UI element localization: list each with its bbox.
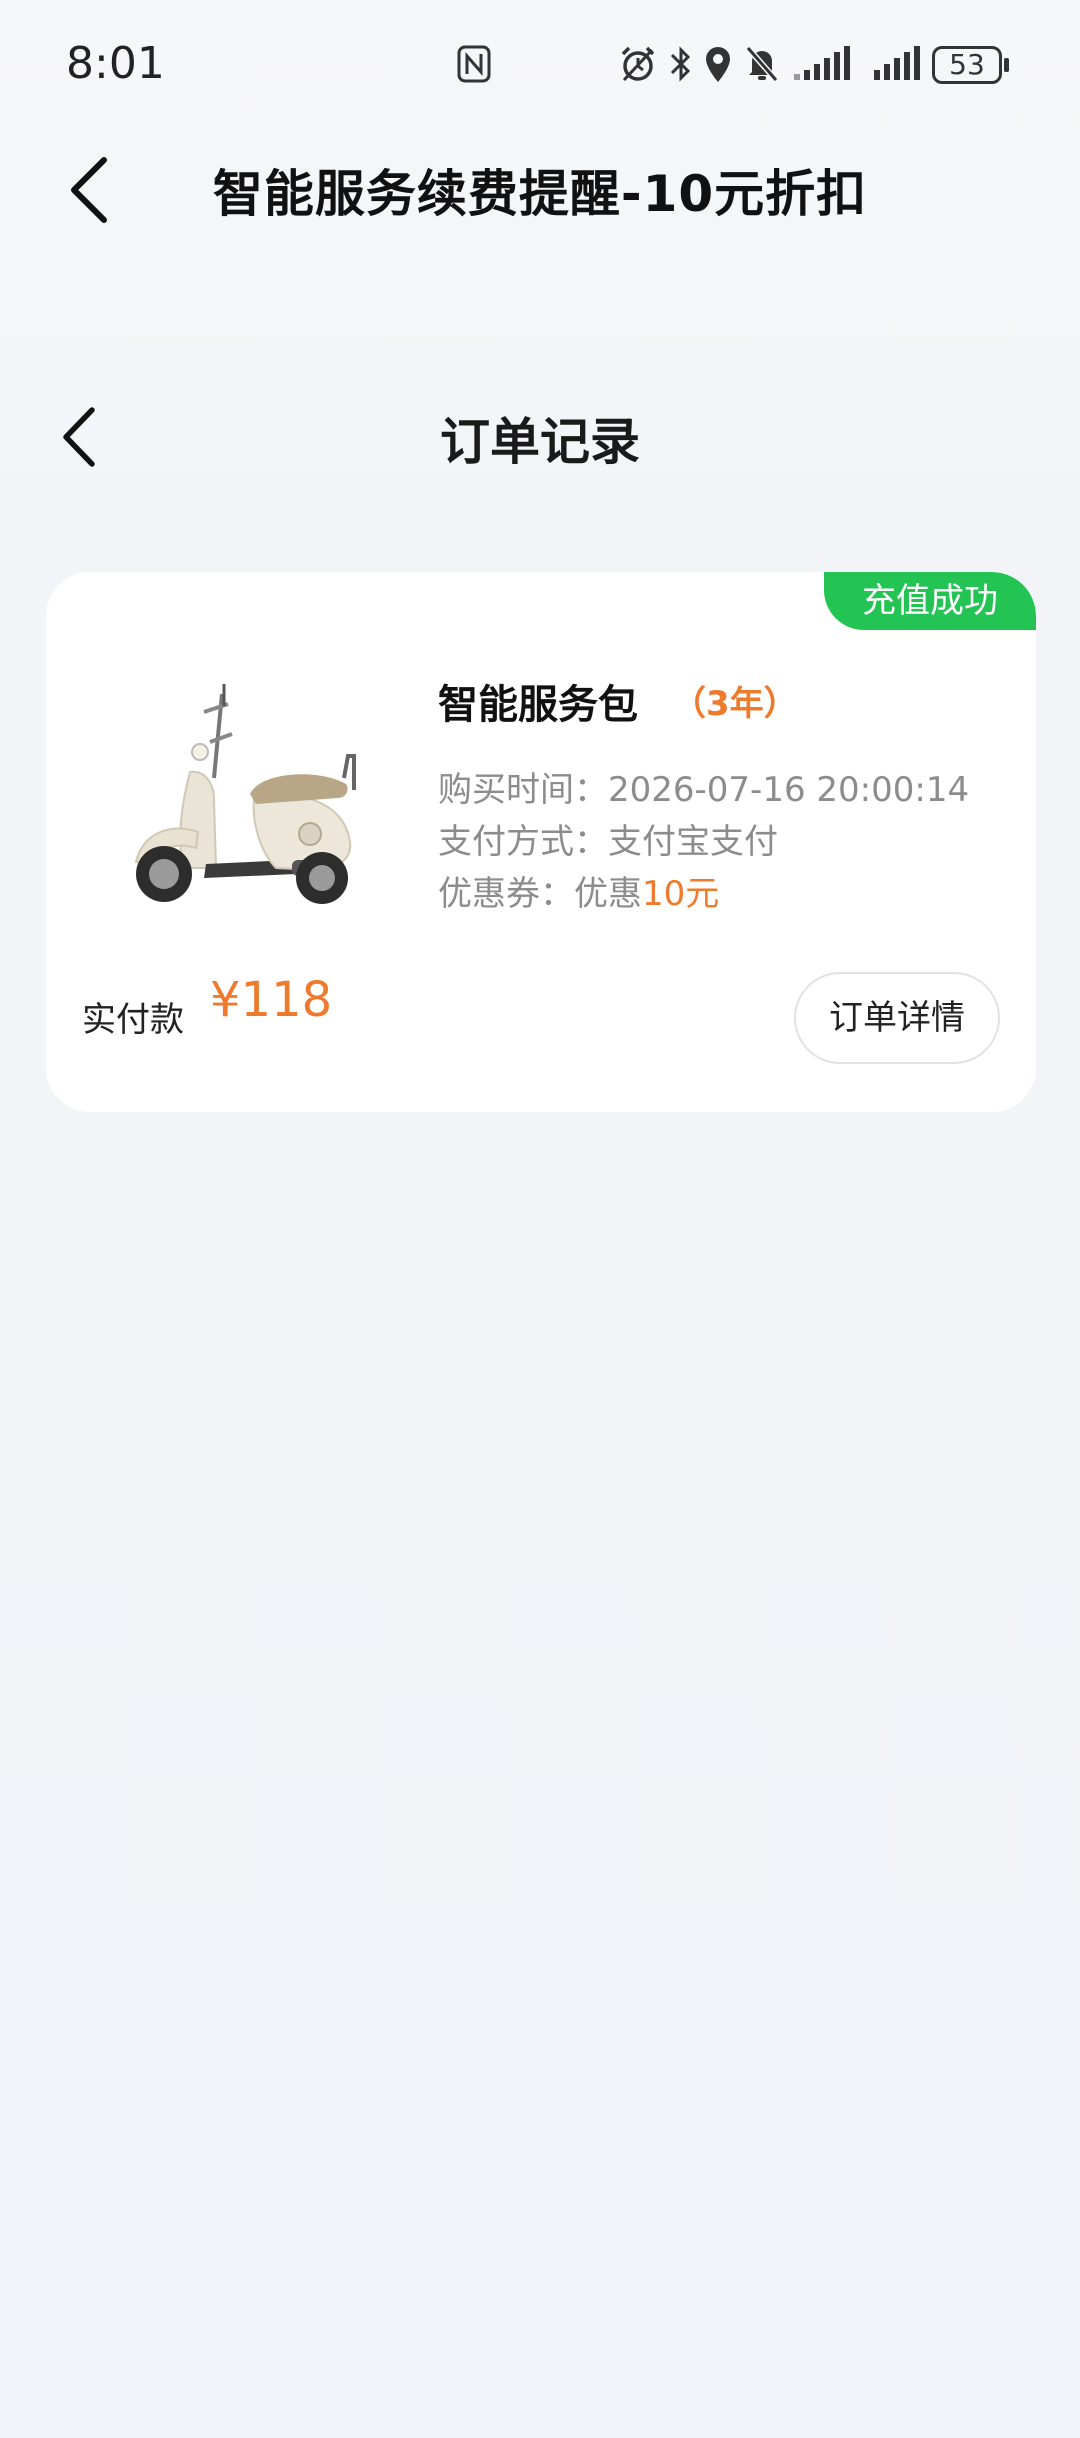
battery-icon: 53 [932, 46, 1002, 84]
status-time: 8:01 [66, 38, 165, 89]
coupon-amount: 10元 [642, 874, 720, 914]
coupon-row: 优惠券：优惠10元 [438, 866, 719, 915]
page-title: 订单记录 [440, 413, 640, 471]
status-bar: 8:01 53 [0, 0, 1080, 130]
payment-method-value: 支付宝支付 [608, 822, 778, 862]
purchase-time-row: 购买时间：2026-07-16 20:00:14 [438, 762, 969, 811]
location-icon [706, 47, 730, 82]
nfc-icon [457, 45, 491, 83]
bluetooth-icon [670, 46, 691, 82]
purchase-time-label: 购买时间： [438, 770, 608, 810]
product-term: （3年） [672, 684, 798, 724]
product-name: 智能服务包 [438, 682, 638, 728]
outer-page-title: 智能服务续费提醒-10元折扣 [212, 165, 868, 223]
order-card[interactable]: 充值成功 智能服务包 （3年） 购买时间：2026-07-16 20:00:14… [46, 572, 1036, 1112]
inner-header: 订单记录 [0, 380, 1080, 490]
battery-tip [1004, 58, 1009, 72]
signal-icon [874, 46, 920, 80]
coupon-label: 优惠券： [438, 874, 574, 914]
purchase-time-value: 2026-07-16 20:00:14 [608, 770, 970, 810]
paid-label: 实付款 [82, 1000, 184, 1040]
page: 8:01 53 智能服务续费提醒-10元折扣 订单记录 充值成功 智能服务包 （… [0, 0, 1080, 2438]
signal-icon [794, 46, 850, 80]
status-badge: 充值成功 [824, 572, 1036, 630]
paid-amount: ¥118 [210, 972, 333, 1028]
order-detail-button[interactable]: 订单详情 [794, 972, 1000, 1064]
mute-icon [745, 46, 779, 82]
scooter-image [134, 684, 356, 904]
payment-method-row: 支付方式：支付宝支付 [438, 814, 778, 863]
coupon-prefix: 优惠 [574, 874, 642, 914]
outer-header: 智能服务续费提醒-10元折扣 [0, 130, 1080, 250]
battery-level: 53 [949, 48, 985, 81]
alarm-icon [621, 46, 655, 82]
payment-method-label: 支付方式： [438, 822, 608, 862]
